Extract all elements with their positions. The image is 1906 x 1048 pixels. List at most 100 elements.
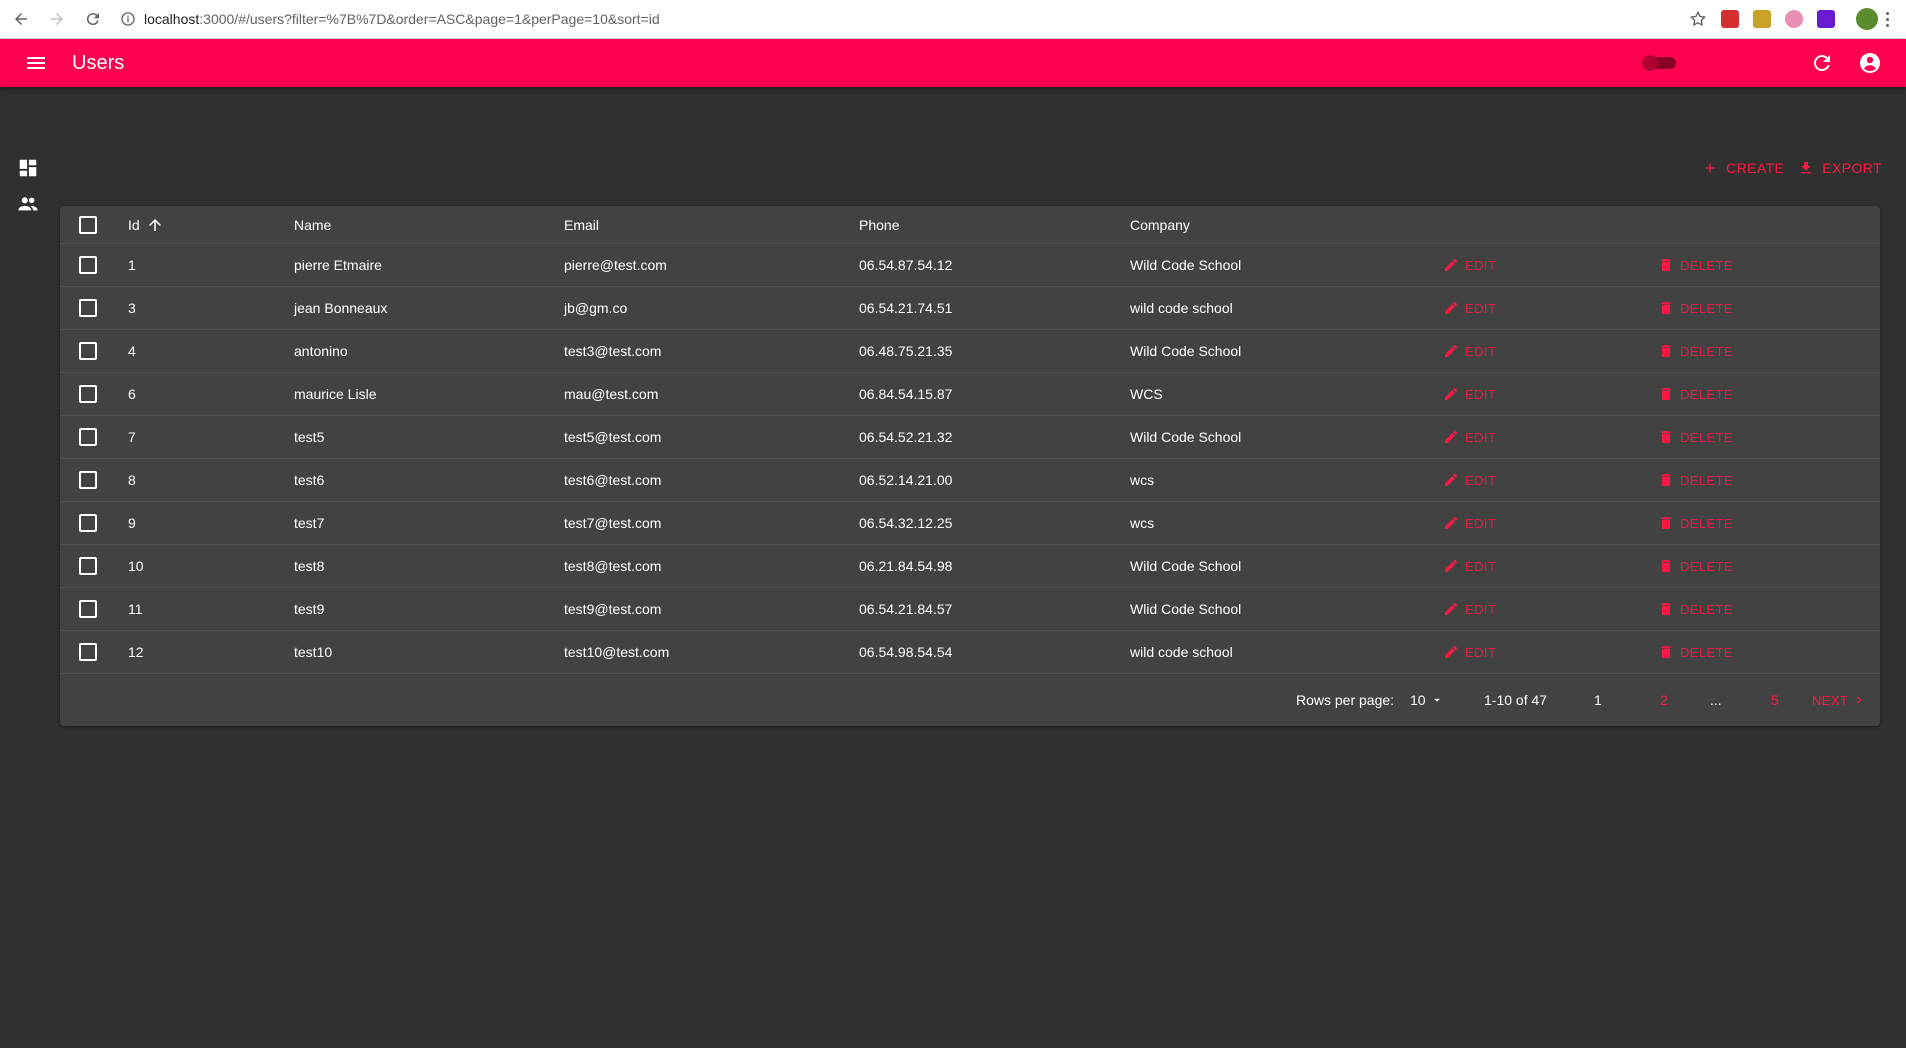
delete-button[interactable]: DELETE	[1658, 330, 1733, 372]
table-row[interactable]: 11 test9 test9@test.com 06.54.21.84.57 Wlid …	[60, 588, 1880, 631]
cell-id: 4	[128, 343, 136, 359]
trash-icon	[1661, 474, 1671, 486]
trash-icon	[1661, 603, 1671, 615]
delete-button[interactable]: DELETE	[1658, 588, 1733, 630]
edit-button[interactable]: EDIT	[1443, 287, 1496, 329]
table-row[interactable]: 10 test8 test8@test.com 06.21.84.54.98 Wild …	[60, 545, 1880, 588]
column-header-phone[interactable]: Phone	[859, 206, 899, 243]
delete-button[interactable]: DELETE	[1658, 545, 1733, 587]
cell-id: 12	[128, 644, 144, 660]
browser-menu-icon[interactable]	[1886, 11, 1890, 27]
edit-button-label: EDIT	[1465, 515, 1497, 531]
extension-icon-3[interactable]	[1785, 10, 1803, 28]
delete-button-label: DELETE	[1680, 515, 1733, 531]
cell-email: test10@test.com	[564, 644, 670, 660]
edit-button[interactable]: EDIT	[1443, 373, 1496, 415]
trash-icon	[1661, 560, 1671, 572]
row-checkbox[interactable]	[79, 342, 97, 360]
extension-icon-1[interactable]	[1721, 10, 1739, 28]
theme-toggle[interactable]	[1642, 55, 1678, 71]
trash-icon	[1661, 345, 1671, 357]
cell-id: 10	[128, 558, 144, 574]
cell-email: pierre@test.com	[564, 257, 667, 273]
menu-icon[interactable]	[24, 51, 48, 75]
table-header-row: Id Name Email Phone Company	[60, 206, 1880, 244]
reload-button[interactable]	[78, 4, 108, 34]
edit-button-label: EDIT	[1465, 343, 1497, 359]
row-checkbox[interactable]	[79, 557, 97, 575]
select-all-checkbox[interactable]	[79, 215, 97, 234]
table-row[interactable]: 3 jean Bonneaux jb@gm.co 06.54.21.74.51 wild…	[60, 287, 1880, 330]
delete-button-label: DELETE	[1680, 601, 1733, 617]
column-header-id[interactable]: Id	[128, 206, 164, 243]
page-2-button[interactable]: 2	[1660, 674, 1668, 726]
cell-company: wcs	[1130, 515, 1155, 531]
table-row[interactable]: 12 test10 test10@test.com 06.54.98.54.54 wil…	[60, 631, 1880, 674]
row-checkbox[interactable]	[79, 514, 97, 532]
column-header-email[interactable]: Email	[564, 206, 599, 243]
delete-button[interactable]: DELETE	[1658, 244, 1733, 286]
table-row[interactable]: 6 maurice Lisle mau@test.com 06.84.54.15.87…	[60, 373, 1880, 416]
cell-id: 3	[128, 300, 136, 316]
export-button[interactable]: EXPORT	[1798, 160, 1882, 176]
back-button[interactable]	[6, 4, 36, 34]
refresh-icon[interactable]	[1810, 51, 1834, 75]
next-page-button[interactable]: NEXT	[1812, 674, 1866, 726]
row-checkbox[interactable]	[79, 299, 97, 317]
next-page-label: NEXT	[1812, 692, 1849, 708]
edit-button[interactable]: EDIT	[1443, 244, 1496, 286]
rows-per-page-select[interactable]: 10	[1410, 674, 1444, 726]
pagination-ellipsis: ...	[1710, 692, 1722, 708]
row-checkbox[interactable]	[79, 385, 97, 403]
forward-button[interactable]	[42, 4, 72, 34]
cell-id: 7	[128, 429, 136, 445]
delete-button[interactable]: DELETE	[1658, 373, 1733, 415]
cell-phone: 06.84.54.15.87	[859, 386, 953, 402]
browser-profile-avatar[interactable]	[1856, 8, 1878, 30]
table-row[interactable]: 1 pierre Etmaire pierre@test.com 06.54.87.5…	[60, 244, 1880, 287]
edit-button[interactable]: EDIT	[1443, 545, 1496, 587]
delete-button-label: DELETE	[1680, 429, 1733, 445]
delete-button[interactable]: DELETE	[1658, 459, 1733, 501]
cell-email: test3@test.com	[564, 343, 662, 359]
edit-button[interactable]: EDIT	[1443, 459, 1496, 501]
page-1-button[interactable]: 1	[1594, 674, 1602, 726]
edit-button[interactable]: EDIT	[1443, 631, 1496, 673]
row-checkbox[interactable]	[79, 428, 97, 446]
extension-icon-4[interactable]	[1817, 10, 1835, 28]
trash-icon	[1661, 517, 1671, 529]
dashboard-icon[interactable]	[17, 157, 39, 179]
column-header-name[interactable]: Name	[294, 206, 331, 243]
column-header-company[interactable]: Company	[1130, 206, 1190, 243]
table-row[interactable]: 4 antonino test3@test.com 06.48.75.21.35 Wil…	[60, 330, 1880, 373]
trash-icon	[1661, 646, 1671, 658]
table-row[interactable]: 9 test7 test7@test.com 06.54.32.12.25 wcs EDI…	[60, 502, 1880, 545]
edit-button-label: EDIT	[1465, 472, 1497, 488]
cell-company: Wild Code School	[1130, 429, 1242, 445]
edit-button[interactable]: EDIT	[1443, 588, 1496, 630]
row-checkbox[interactable]	[79, 643, 97, 661]
edit-button[interactable]: EDIT	[1443, 330, 1496, 372]
cell-company: Wlid Code School	[1130, 601, 1242, 617]
delete-button-label: DELETE	[1680, 386, 1733, 402]
extension-icon-2[interactable]	[1753, 10, 1771, 28]
table-row[interactable]: 7 test5 test5@test.com 06.54.52.21.32 Wild C…	[60, 416, 1880, 459]
delete-button[interactable]: DELETE	[1658, 287, 1733, 329]
address-bar[interactable]: localhost:3000/#/users?filter=%7B%7D&ord…	[116, 4, 1682, 34]
row-checkbox[interactable]	[79, 471, 97, 489]
edit-pencil-icon	[1445, 603, 1457, 615]
delete-button[interactable]: DELETE	[1658, 416, 1733, 458]
row-checkbox[interactable]	[79, 256, 97, 274]
create-button[interactable]: CREATE	[1702, 160, 1784, 176]
edit-button[interactable]: EDIT	[1443, 502, 1496, 544]
people-icon[interactable]	[17, 193, 39, 215]
edit-button[interactable]: EDIT	[1443, 416, 1496, 458]
row-checkbox[interactable]	[79, 600, 97, 618]
delete-button[interactable]: DELETE	[1658, 502, 1733, 544]
page-5-button[interactable]: 5	[1771, 674, 1779, 726]
table-row[interactable]: 8 test6 test6@test.com 06.52.14.21.00 wcs EDI…	[60, 459, 1880, 502]
trash-icon	[1661, 431, 1671, 443]
bookmark-star-button[interactable]	[1689, 10, 1707, 28]
delete-button[interactable]: DELETE	[1658, 631, 1733, 673]
account-circle-icon[interactable]	[1858, 51, 1882, 75]
